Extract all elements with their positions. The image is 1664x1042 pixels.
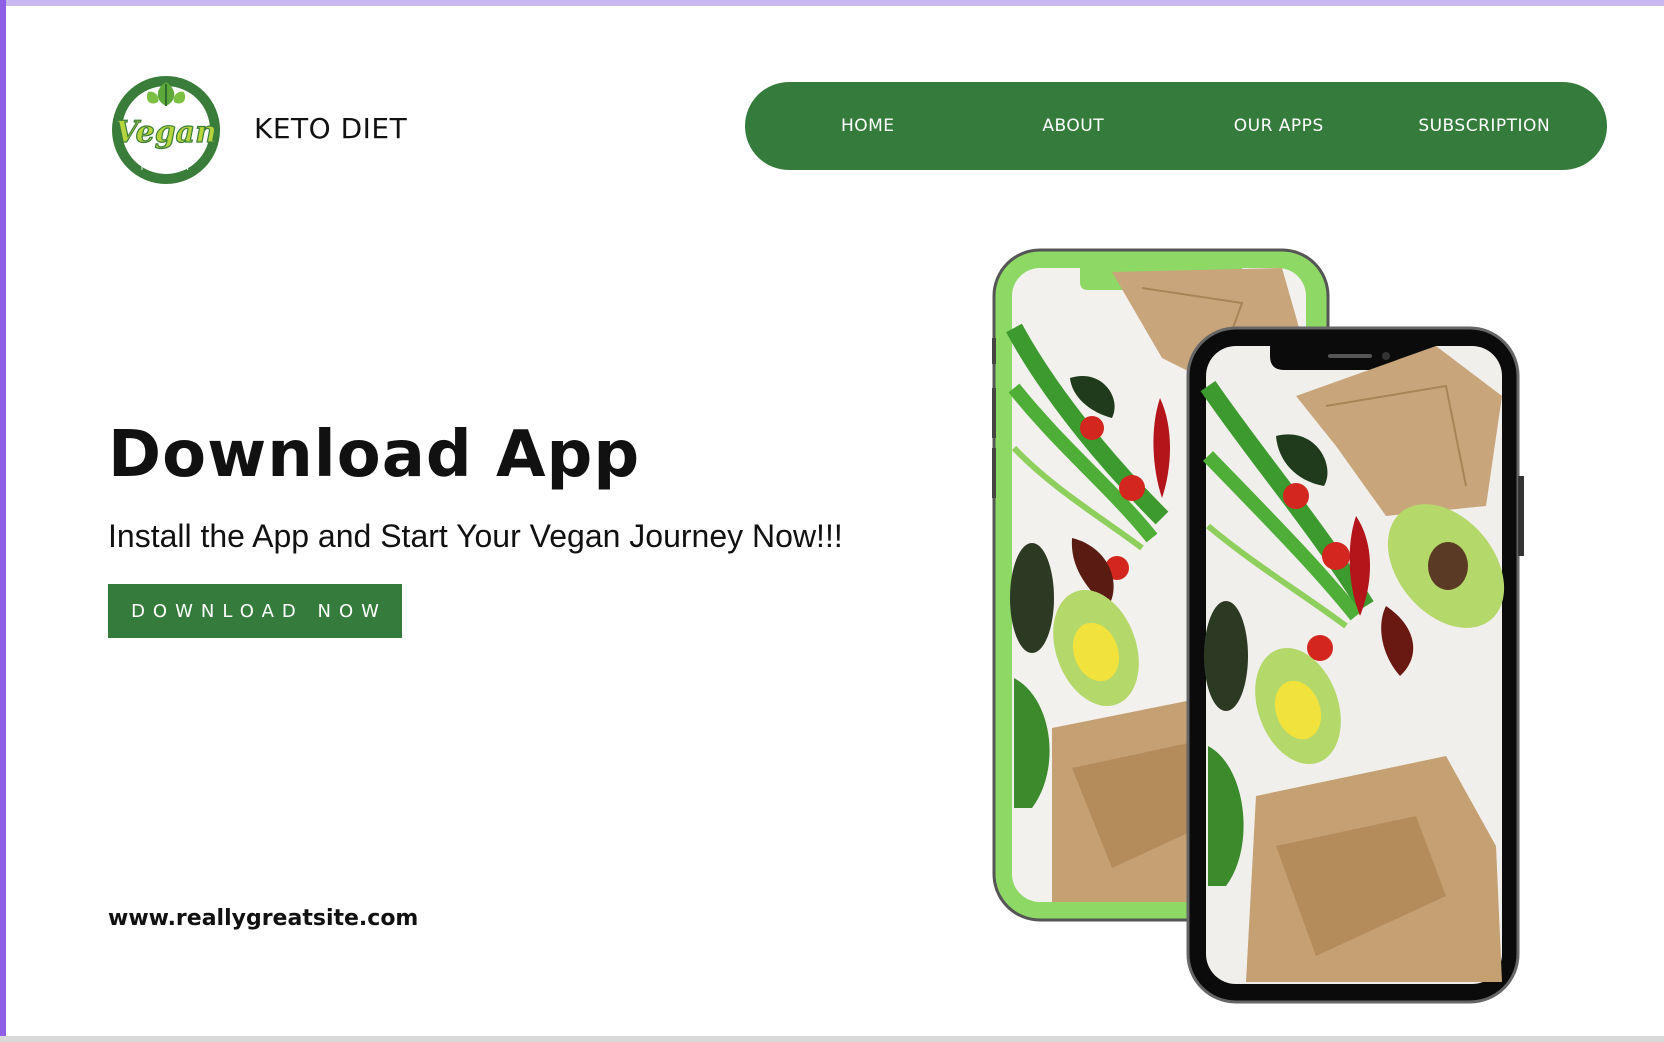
- phone-mockup-front-icon: [1186, 326, 1524, 1004]
- site-url[interactable]: www.reallygreatsite.com: [108, 906, 418, 931]
- nav-item-home[interactable]: HOME: [773, 116, 963, 136]
- nav-item-our-apps[interactable]: OUR APPS: [1184, 116, 1374, 136]
- main-navigation: HOME ABOUT OUR APPS SUBSCRIPTION: [745, 82, 1607, 170]
- brand-name: KETO DIET: [254, 112, 408, 145]
- window-frame-bottom: [0, 1036, 1664, 1042]
- hero-title: Download App: [108, 418, 641, 492]
- nav-item-about[interactable]: ABOUT: [978, 116, 1168, 136]
- logo-text: Vegan: [115, 115, 217, 150]
- vegan-friendly-logo-icon[interactable]: Vegan FRIENDLY: [108, 72, 224, 188]
- nav-item-subscription[interactable]: SUBSCRIPTION: [1389, 116, 1579, 136]
- hero-subtitle: Install the App and Start Your Vegan Jou…: [108, 518, 843, 554]
- logo-subtext: FRIENDLY: [141, 163, 192, 173]
- download-now-button[interactable]: DOWNLOAD NOW: [108, 584, 402, 638]
